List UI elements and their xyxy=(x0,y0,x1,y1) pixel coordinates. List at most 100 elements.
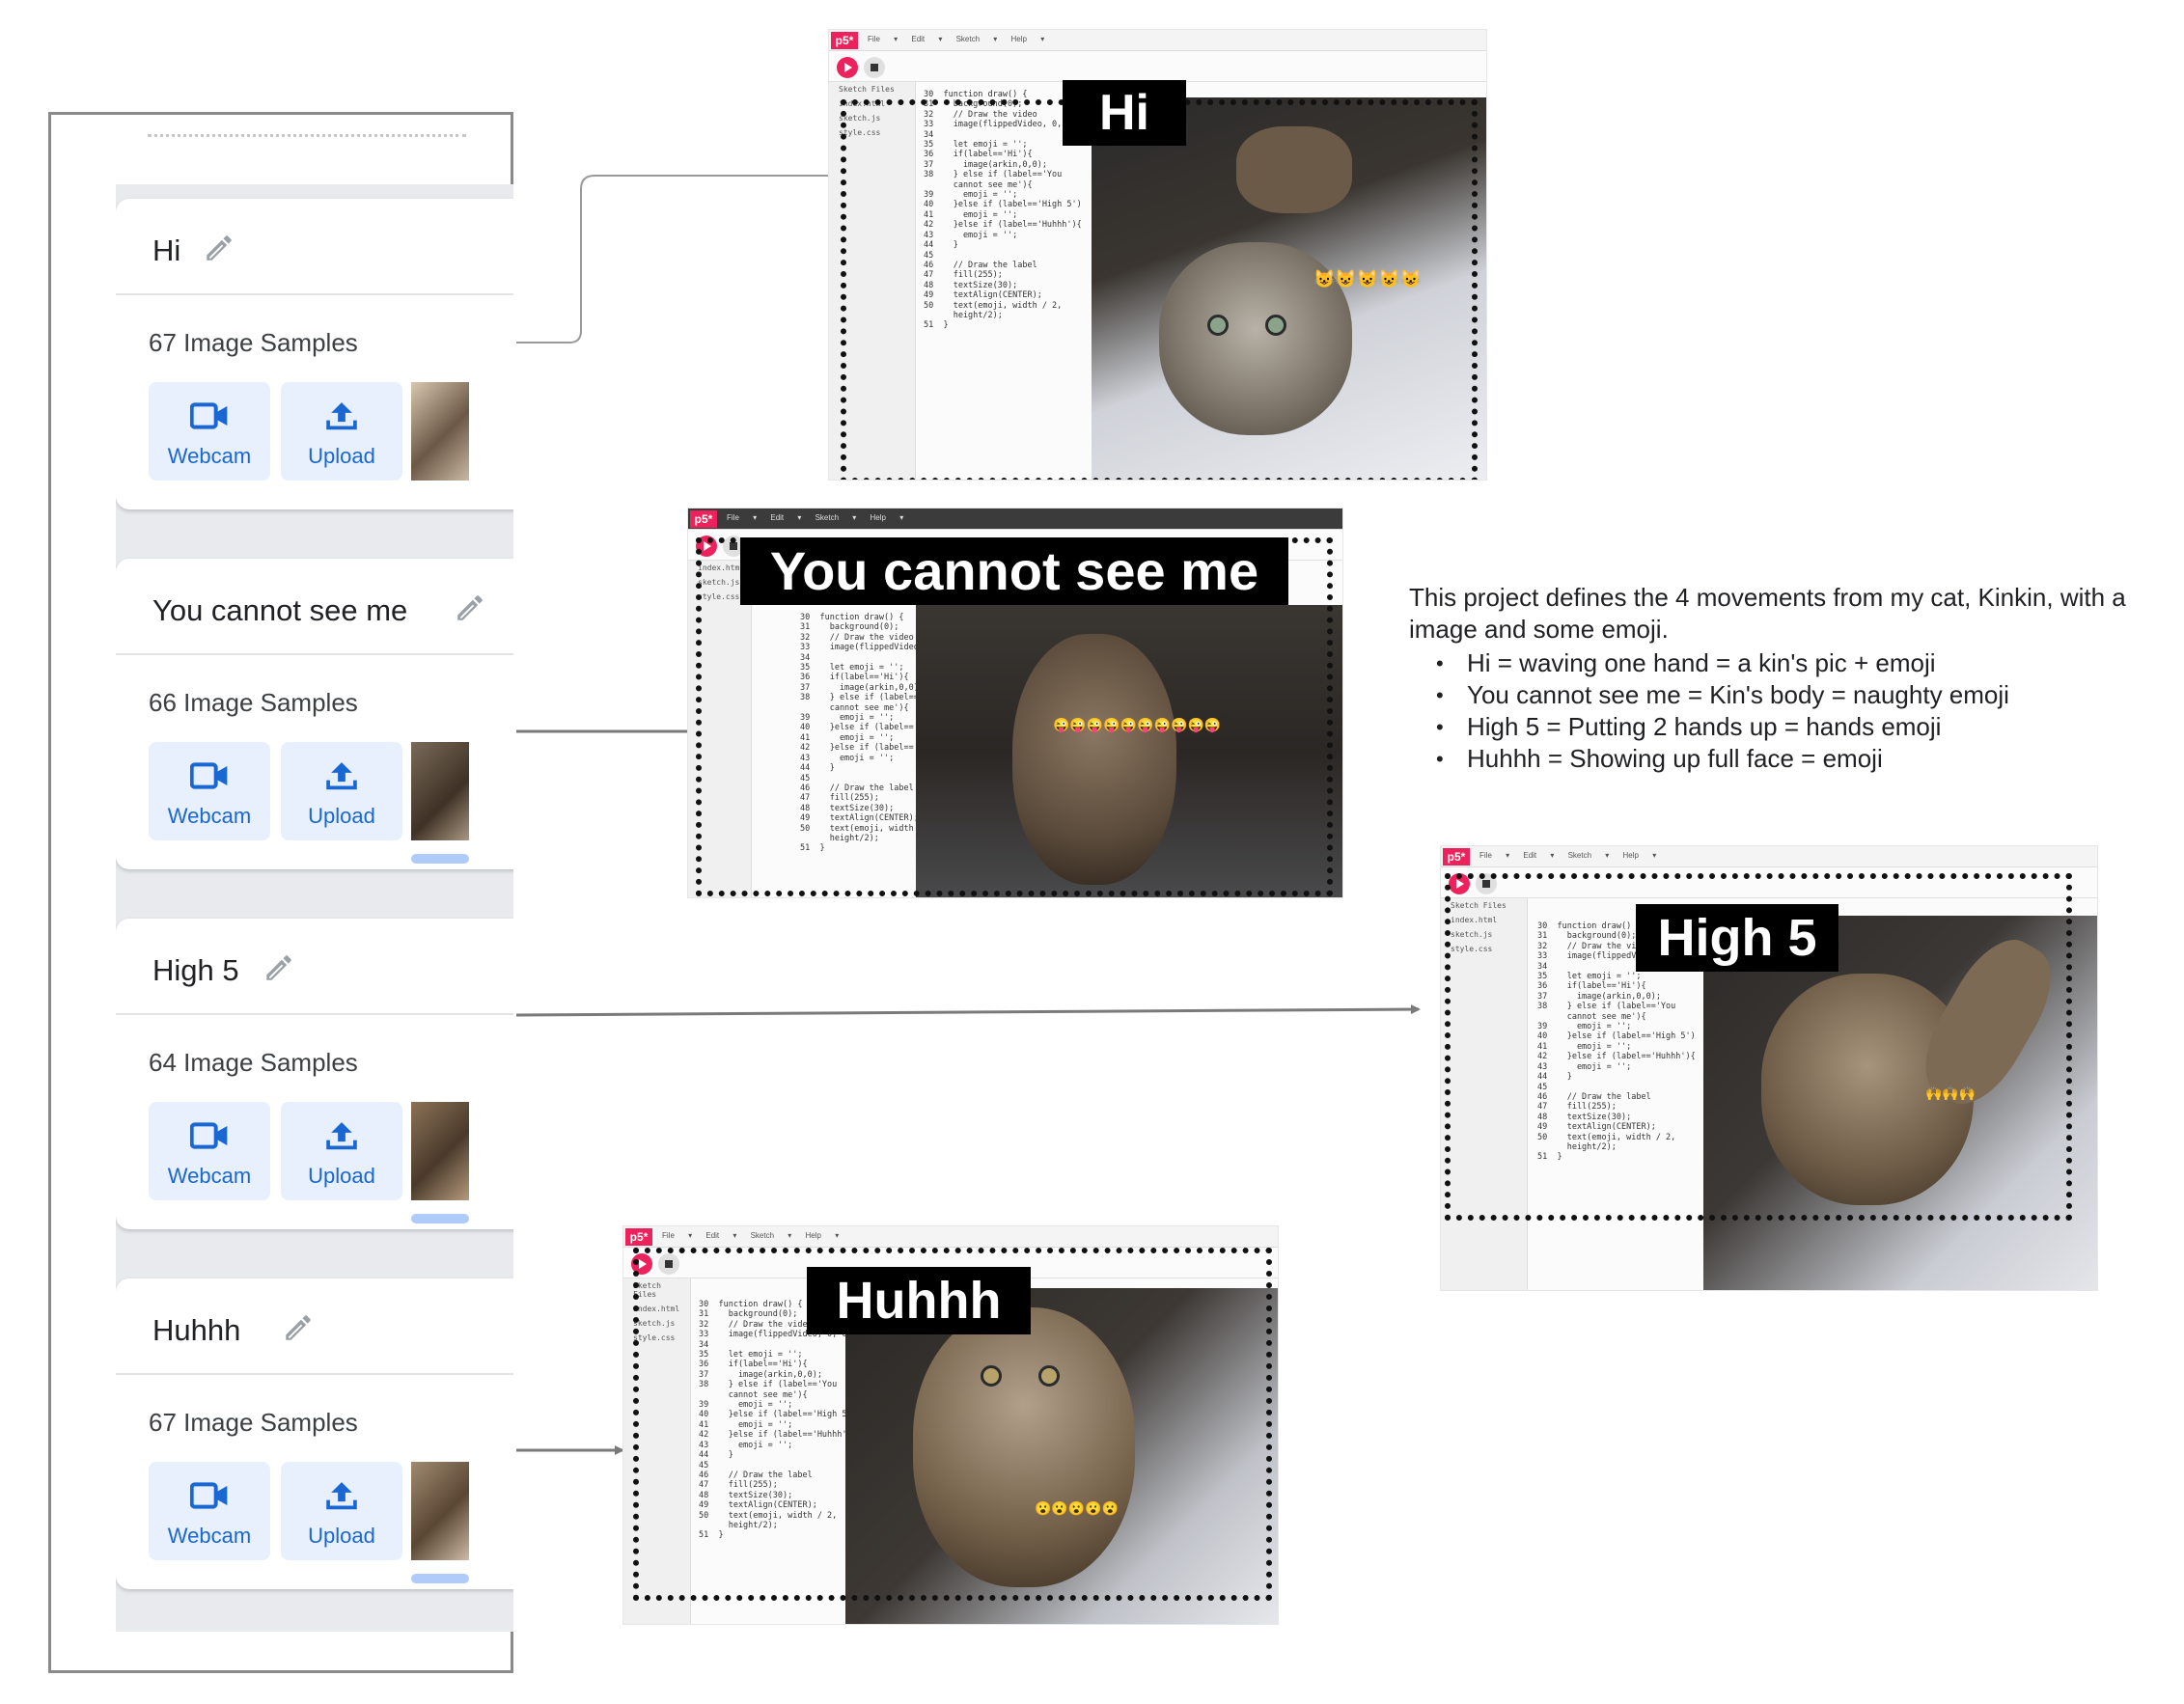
class-name-row: You cannot see me xyxy=(116,559,513,655)
class-card-high-5: High 5 64 Image Samples Webcam Upload xyxy=(116,919,513,1229)
sample-thumbnail[interactable] xyxy=(411,1462,469,1560)
emoji-overlay: 😺😺😺😺😺 xyxy=(1313,269,1423,289)
stop-icon[interactable] xyxy=(1476,873,1497,894)
p5-logo[interactable]: p5* xyxy=(690,510,717,528)
description-item: You cannot see me = Kin's body = naughty… xyxy=(1409,679,2143,711)
webcam-icon xyxy=(190,762,228,789)
upload-icon xyxy=(326,762,357,790)
description-item: Huhhh = Showing up full face = emoji xyxy=(1409,743,2143,775)
p5-logo[interactable]: p5* xyxy=(1443,848,1470,866)
upload-button[interactable]: Upload xyxy=(281,1102,402,1200)
upload-button[interactable]: Upload xyxy=(281,1462,402,1560)
file-item[interactable]: sketch.js xyxy=(829,111,915,125)
thumbnail-scrollbar[interactable] xyxy=(411,854,469,864)
p5-menubar: p5* File ▾ Edit ▾ Sketch ▾ Help ▾ xyxy=(1441,846,2097,867)
cat-photo: 😜😜😜😜😜😜😜😜😜😜 xyxy=(916,605,1342,897)
pencil-icon[interactable] xyxy=(454,591,486,624)
upload-icon xyxy=(326,1122,357,1150)
upload-button[interactable]: Upload xyxy=(281,742,402,840)
class-name[interactable]: You cannot see me xyxy=(152,593,407,628)
pencil-icon[interactable] xyxy=(263,951,295,984)
thumbnail-scrollbar[interactable] xyxy=(411,1214,469,1223)
p5-logo[interactable]: p5* xyxy=(625,1228,652,1246)
file-item[interactable]: style.css xyxy=(829,125,915,140)
file-list: Sketch Files index.html sketch.js style.… xyxy=(829,82,916,480)
webcam-label: Webcam xyxy=(167,1524,252,1548)
file-list: Sketch Files index.html sketch.js style.… xyxy=(1441,898,1528,1290)
play-icon[interactable] xyxy=(837,57,858,78)
teachable-machine-panel: Hi 67 Image Samples Webcam Upload You ca… xyxy=(48,112,513,1673)
upload-label: Upload xyxy=(308,1524,375,1548)
p5-menu[interactable]: File ▾ Edit ▾ Sketch ▾ Help ▾ xyxy=(1479,851,1656,860)
file-item[interactable]: style.css xyxy=(623,1331,690,1345)
p5-menubar: p5* File ▾ Edit ▾ Sketch ▾ Help ▾ xyxy=(623,1226,1278,1248)
file-item[interactable]: Sketch Files xyxy=(1441,898,1527,913)
p5-menubar: p5* File ▾ Edit ▾ Sketch ▾ Help ▾ xyxy=(688,508,1342,530)
class-card-huhhh: Huhhh 67 Image Samples Webcam Upload xyxy=(116,1278,513,1589)
p5-logo[interactable]: p5* xyxy=(831,32,858,49)
class-card-you-cannot-see-me: You cannot see me 66 Image Samples Webca… xyxy=(116,559,513,869)
webcam-button[interactable]: Webcam xyxy=(149,1102,270,1200)
webcam-label: Webcam xyxy=(167,444,252,468)
class-name[interactable]: High 5 xyxy=(152,953,239,988)
class-name-row: High 5 xyxy=(116,919,513,1015)
stop-icon[interactable] xyxy=(658,1253,679,1275)
webcam-button[interactable]: Webcam xyxy=(149,742,270,840)
description-intro: This project defines the 4 movements fro… xyxy=(1409,583,2126,644)
arrow-high-5 xyxy=(515,1004,1421,1017)
file-item[interactable]: index.html xyxy=(623,1302,690,1316)
file-item[interactable]: sketch.js xyxy=(623,1316,690,1331)
label-huhhh: Huhhh xyxy=(807,1267,1031,1334)
pencil-icon[interactable] xyxy=(282,1311,315,1344)
webcam-icon xyxy=(190,402,228,429)
play-icon[interactable] xyxy=(1449,873,1470,894)
upload-icon xyxy=(326,402,357,430)
description-list: Hi = waving one hand = a kin's pic + emo… xyxy=(1409,647,2143,775)
emoji-overlay: 🙌🙌🙌 xyxy=(1925,1086,1977,1101)
p5-screenshot-you-cannot-see-me: p5* File ▾ Edit ▾ Sketch ▾ Help ▾ index.h… xyxy=(687,508,1343,898)
webcam-label: Webcam xyxy=(167,1164,252,1188)
p5-toolbar xyxy=(829,51,1486,82)
p5-menubar: p5* File ▾ Edit ▾ Sketch ▾ Help ▾ xyxy=(829,30,1486,51)
file-item[interactable]: Sketch Files xyxy=(829,82,915,96)
sample-thumbnail[interactable] xyxy=(411,382,469,481)
cat-photo: 😺😺😺😺😺 xyxy=(1092,97,1486,480)
class-list: Hi 67 Image Samples Webcam Upload You ca… xyxy=(116,184,513,1632)
file-item[interactable]: sketch.js xyxy=(1441,927,1527,942)
webcam-button[interactable]: Webcam xyxy=(149,382,270,481)
webcam-button[interactable]: Webcam xyxy=(149,1462,270,1560)
upload-label: Upload xyxy=(308,804,375,828)
thumbnail-scrollbar[interactable] xyxy=(411,1574,469,1583)
webcam-label: Webcam xyxy=(167,804,252,828)
stop-icon[interactable] xyxy=(864,57,885,78)
webcam-icon xyxy=(190,1482,228,1509)
sample-count: 64 Image Samples xyxy=(149,1048,358,1077)
file-item[interactable]: index.html xyxy=(1441,913,1527,927)
project-description: This project defines the 4 movements fro… xyxy=(1409,582,2143,775)
p5-screenshot-huhhh: p5* File ▾ Edit ▾ Sketch ▾ Help ▾ Sketch … xyxy=(622,1225,1279,1625)
p5-screenshot-high-5: p5* File ▾ Edit ▾ Sketch ▾ Help ▾ Sketch … xyxy=(1440,845,2098,1291)
sample-thumbnail[interactable] xyxy=(411,742,469,840)
sample-count: 67 Image Samples xyxy=(149,1408,358,1437)
cat-photo: 🙌🙌🙌 xyxy=(1703,916,2097,1290)
p5-menu[interactable]: File ▾ Edit ▾ Sketch ▾ Help ▾ xyxy=(868,35,1044,43)
upload-label: Upload xyxy=(308,1164,375,1188)
file-item[interactable]: index.html xyxy=(829,96,915,111)
cat-photo: 😮😮😮😮😮 xyxy=(845,1288,1278,1624)
class-name[interactable]: Huhhh xyxy=(152,1313,240,1348)
pencil-icon[interactable] xyxy=(203,232,235,264)
file-item[interactable]: style.css xyxy=(1441,942,1527,956)
file-item[interactable]: Sketch Files xyxy=(623,1278,690,1302)
label-you-cannot-see-me: You cannot see me xyxy=(740,537,1288,605)
emoji-overlay: 😜😜😜😜😜😜😜😜😜😜 xyxy=(1053,717,1222,732)
play-icon[interactable] xyxy=(631,1253,652,1275)
file-list: Sketch Files index.html sketch.js style.… xyxy=(623,1278,691,1624)
upload-icon xyxy=(326,1482,357,1510)
upload-button[interactable]: Upload xyxy=(281,382,402,481)
p5-menu[interactable]: File ▾ Edit ▾ Sketch ▾ Help ▾ xyxy=(662,1231,839,1240)
class-name[interactable]: Hi xyxy=(152,234,180,268)
play-icon[interactable] xyxy=(696,536,717,557)
panel-top-dots xyxy=(148,134,466,138)
p5-menu[interactable]: File ▾ Edit ▾ Sketch ▾ Help ▾ xyxy=(727,513,903,522)
sample-thumbnail[interactable] xyxy=(411,1102,469,1200)
